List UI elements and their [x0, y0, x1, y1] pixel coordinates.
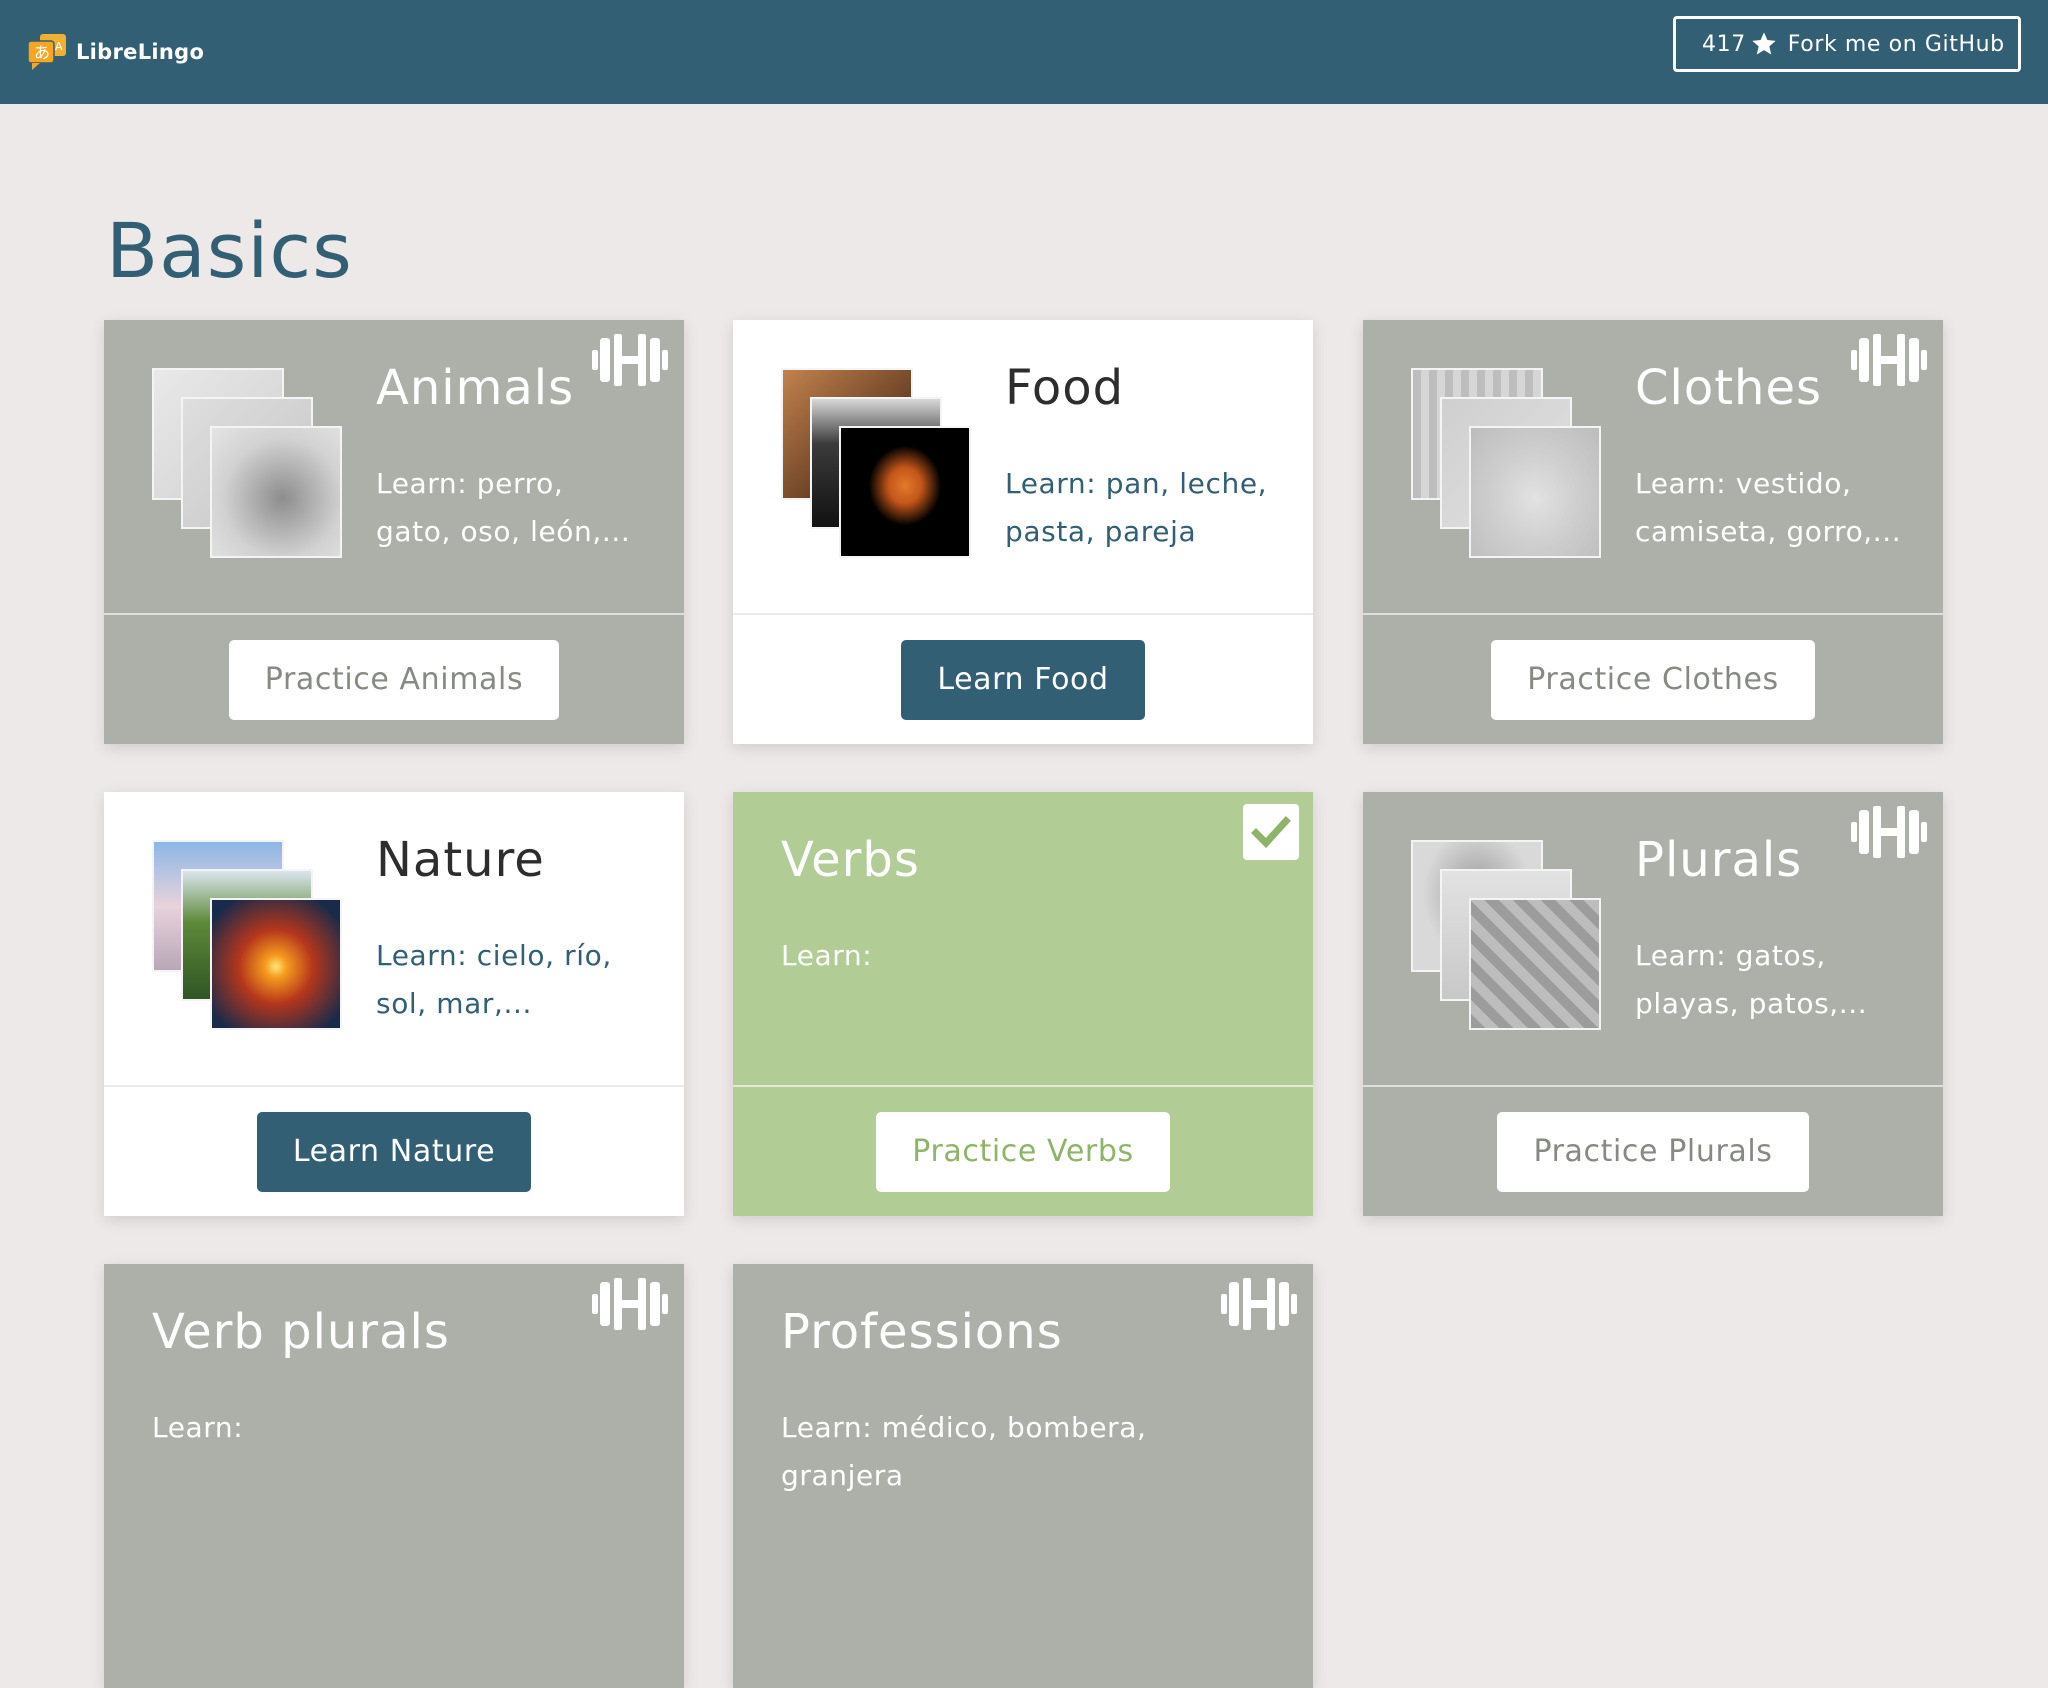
practice-verbs-button[interactable]: Practice Verbs	[876, 1111, 1170, 1192]
skill-title: Nature	[376, 832, 545, 888]
svg-text:あ: あ	[34, 43, 50, 62]
svg-text:A: A	[55, 40, 63, 53]
skill-words: Learn: gatos, playas, patos,...	[1635, 939, 1868, 1020]
librelingo-logo-link[interactable]: あ A LibreLingo	[26, 32, 204, 72]
skill-image-stack	[781, 368, 973, 560]
top-navigation-bar: あ A LibreLingo 417 Fork me on GitHub	[0, 0, 2048, 104]
section-title: Basics	[106, 206, 353, 295]
speech-bubbles-icon: あ A	[27, 34, 66, 70]
practice-animals-button[interactable]: Practice Animals	[228, 639, 560, 720]
skill-title: Animals	[376, 360, 575, 416]
skill-words: Learn:	[781, 939, 873, 972]
dumbbell-icon	[1851, 806, 1927, 858]
skill-card-animals: Animals Learn: perro, gato, oso, león,..…	[104, 320, 684, 744]
skill-title: Clothes	[1635, 360, 1822, 416]
skill-card-clothes: Clothes Learn: vestido, camiseta, gorro,…	[1363, 320, 1943, 744]
practice-clothes-button[interactable]: Practice Clothes	[1491, 639, 1815, 720]
skill-words: Learn: cielo, río, sol, mar,...	[376, 939, 612, 1020]
skill-title: Verbs	[781, 832, 920, 888]
github-fork-label: Fork me on GitHub	[1787, 31, 2005, 57]
skill-words: Learn: pan, leche, pasta, pareja	[1005, 467, 1268, 548]
skill-image	[1469, 426, 1601, 558]
skill-card-nature: Nature Learn: cielo, río, sol, mar,... L…	[104, 792, 684, 1216]
dumbbell-icon	[1221, 1278, 1297, 1330]
dumbbell-icon	[592, 1278, 668, 1330]
skill-image-stack	[1411, 840, 1603, 1032]
skill-image-stack	[152, 840, 344, 1032]
skill-card-verb-plurals: Verb plurals Learn:	[104, 1264, 684, 1688]
skill-card-verbs: Verbs Learn: Practice Verbs	[733, 792, 1313, 1216]
learn-nature-button[interactable]: Learn Nature	[256, 1111, 532, 1192]
practice-plurals-button[interactable]: Practice Plurals	[1497, 1111, 1809, 1192]
skill-image	[210, 898, 342, 1030]
learn-food-button[interactable]: Learn Food	[901, 639, 1145, 720]
github-star-count: 417	[1702, 31, 1746, 57]
check-icon	[1243, 804, 1299, 860]
skill-title: Food	[1005, 360, 1125, 416]
skill-card-food: Food Learn: pan, leche, pasta, pareja Le…	[733, 320, 1313, 744]
skill-words: Learn: médico, bombera, granjera	[781, 1411, 1147, 1492]
skill-words: Learn: vestido, camiseta, gorro,...	[1635, 467, 1902, 548]
skill-image-stack	[1411, 368, 1603, 560]
skill-words: Learn:	[152, 1411, 244, 1444]
skill-words: Learn: perro, gato, oso, león,...	[376, 467, 631, 548]
star-icon	[1752, 32, 1776, 55]
skill-title: Plurals	[1635, 832, 1803, 888]
dumbbell-icon	[592, 334, 668, 386]
skill-card-professions: Professions Learn: médico, bombera, gran…	[733, 1264, 1313, 1688]
skill-image	[1469, 898, 1601, 1030]
skill-image	[839, 426, 971, 558]
skill-card-plurals: Plurals Learn: gatos, playas, patos,... …	[1363, 792, 1943, 1216]
skill-image	[210, 426, 342, 558]
github-fork-button[interactable]: 417 Fork me on GitHub	[1673, 16, 2021, 72]
app-name: LibreLingo	[76, 40, 205, 64]
skill-title: Verb plurals	[152, 1304, 450, 1360]
skill-title: Professions	[781, 1304, 1063, 1360]
dumbbell-icon	[1851, 334, 1927, 386]
skill-image-stack	[152, 368, 344, 560]
